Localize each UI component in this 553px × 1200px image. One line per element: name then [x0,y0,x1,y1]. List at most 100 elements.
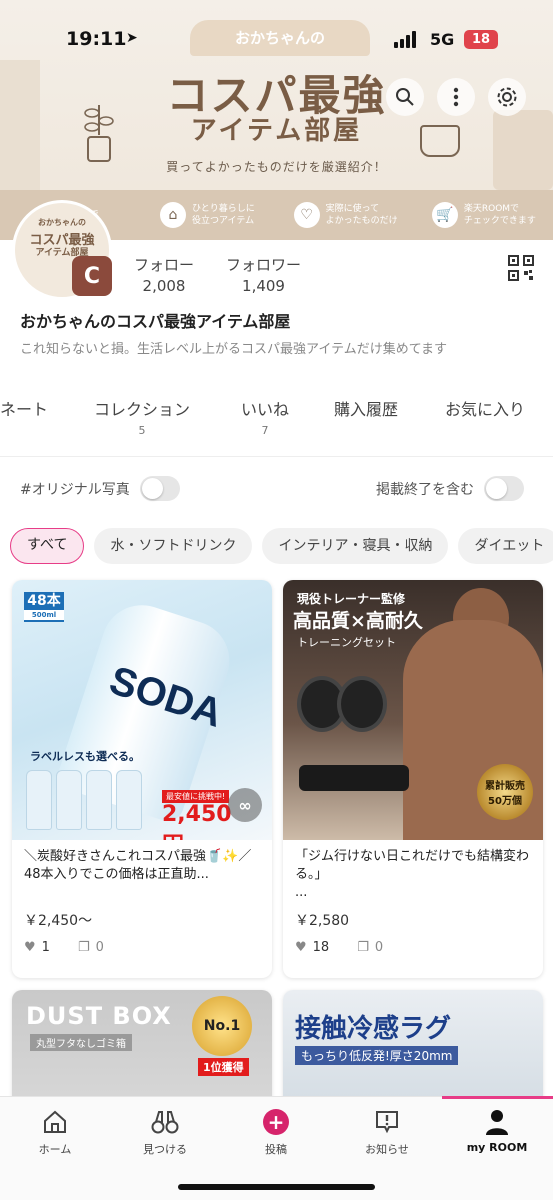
product-card[interactable]: DUST BOX 丸型フタなしゴミ箱 No.1 1位獲得 [12,990,272,1110]
original-photo-label: #オリジナル写真 [20,481,130,498]
tab-collection[interactable]: コレクション 5 [94,396,190,437]
binoculars-icon [151,1111,179,1134]
status-bar: 19:11 ➤ 5G 18 [0,0,553,80]
product-image[interactable]: 接触冷感ラグ もっちり低反発!厚さ20mm [283,990,543,1110]
tab-label: ネート [0,400,49,419]
product-card[interactable]: 接触冷感ラグ もっちり低反発!厚さ20mm [283,990,543,1110]
image-headline-3: トレーニングセット [297,636,396,649]
follow-stat[interactable]: フォロー 2,008 [134,254,194,295]
tab-count: 7 [261,424,269,437]
collection-count: 0 [95,940,104,955]
banner-title-line2: アイテム部屋 [190,116,363,146]
tab-label: いいね [241,400,290,419]
follower-stat[interactable]: フォロワー 1,409 [226,254,301,295]
settings-button[interactable] [488,78,526,116]
nav-home[interactable]: ホーム [0,1107,110,1157]
qr-code-icon[interactable] [508,255,534,281]
more-vertical-icon [453,87,459,107]
product-meta: ♥ 18 ❐ 0 [283,930,543,965]
include-ended-label: 掲載終了を含む [376,481,474,498]
nav-label: ホーム [38,1143,72,1156]
quantity-badge-volume: 500ml [24,610,64,620]
chip-soft-drinks[interactable]: 水・ソフトドリンク [94,528,253,564]
image-headline-1: 現役トレーナー監修 [297,592,406,606]
chip-all[interactable]: すべて [10,528,85,564]
pushup-bar-illustration [299,765,409,791]
tab-likes[interactable]: いいね 7 [241,396,289,437]
follow-count: 2,008 [142,277,186,295]
original-photo-toggle[interactable] [139,476,180,501]
quantity-badge-number: 48本 [27,593,61,609]
search-button[interactable] [386,78,424,116]
profile-tabs: ネート コレクション 5 いいね 7 購入履歴 お気に入り [0,396,553,446]
image-title: 接触冷感ラグ [295,1014,452,1044]
collection-icon[interactable]: ❐ [357,940,369,955]
product-caption: ＼炭酸好きさんこれコスパ最強🥤✨／ 48本入りでこの価格は正直助... [24,849,252,882]
labelless-ribbon: ラベルレスも選べる。 [30,750,140,763]
ab-wheel-illustration [337,676,387,732]
product-image[interactable]: DUST BOX 丸型フタなしゴミ箱 No.1 1位獲得 [12,990,272,1110]
quantity-badge: 48本 500ml [24,592,64,622]
sales-medal: 累計販売 50万個 [477,764,533,820]
avatar-text-line1: おかちゃんの [38,218,86,227]
product-price: ￥2,450〜 [24,913,93,929]
like-count: 1 [41,940,50,955]
include-ended-filter: 掲載終了を含む [376,476,524,501]
chip-diet[interactable]: ダイエット [458,528,553,564]
banner-feature-text: 楽天ROOMで チェックできます [463,204,536,226]
cart-icon: 🛒 [431,202,458,228]
tabs-divider [0,456,553,457]
home-icon [44,1110,66,1133]
image-subtitle: もっちり低反発!厚さ20mm [295,1046,459,1065]
product-card[interactable]: SODA 48本 500ml ラベルレスも選べる。 最安値に挑戦中! 2,450… [12,580,272,978]
tab-favorites[interactable]: お気に入り [445,396,525,420]
tab-count: 5 [138,424,146,437]
more-button[interactable] [437,78,475,116]
collection-icon[interactable]: ❐ [78,940,90,955]
product-image[interactable]: SODA 48本 500ml ラベルレスも選べる。 最安値に挑戦中! 2,450… [12,580,272,840]
home-indicator [178,1184,375,1190]
house-icon: ⌂ [160,202,186,228]
product-card[interactable]: 現役トレーナー監修 高品質×高耐久 トレーニングセット 累計販売 50万個 「ジ… [283,580,543,978]
heart-icon: ♡ [293,202,320,228]
profile-name: おかちゃんのコスパ最強アイテム部屋 [20,312,291,331]
banner-catchphrase: 買ってよかったものだけを厳選紹介！ [166,160,387,174]
mini-bottles-illustration [26,770,142,830]
image-headline-2: 高品質×高耐久 [293,610,423,632]
follow-label: フォロー [134,256,195,274]
include-ended-toggle[interactable] [484,476,524,501]
nav-notifications[interactable]: お知らせ [332,1107,442,1157]
tab-purchase-history[interactable]: 購入履歴 [334,396,398,420]
banner-feature: ⌂ ひとり暮らしに 役立つアイテム [138,190,276,240]
person-icon [486,1110,508,1135]
product-price: ￥2,580 [295,913,350,929]
chip-interior[interactable]: インテリア・寝具・収納 [262,528,449,564]
original-photo-filter: #オリジナル写真 [20,476,180,501]
heart-icon[interactable]: ♥ [24,940,36,955]
infinity-icon[interactable]: ∞ [228,788,262,822]
nav-label: 投稿 [265,1143,287,1156]
heart-icon[interactable]: ♥ [295,940,307,955]
nav-discover[interactable]: 見つける [110,1107,220,1157]
collection-count: 0 [374,940,384,955]
gear-icon [497,87,517,107]
banner-feature: 🛒 楽天ROOMで チェックできます [415,190,553,240]
ranking-tag: 1位獲得 [198,1058,249,1076]
like-count: 18 [312,940,330,955]
nav-my-room[interactable]: my ROOM [442,1107,552,1154]
plus-circle-icon: + [263,1109,289,1135]
tab-label: お気に入り [445,400,526,419]
tab-coordinate[interactable]: ネート [0,396,48,420]
nav-post[interactable]: + 投稿 [221,1107,331,1157]
tab-label: 購入履歴 [334,400,399,419]
product-caption: 「ジム行けない日これだけでも結構変わる。」 ... [295,849,530,900]
nav-label: 見つける [143,1143,187,1156]
profile-description: これ知らないと損。生活レベル上がるコスパ最強アイテムだけ集めてます [20,342,448,357]
follower-count: 1,409 [242,277,285,295]
category-chips: すべて 水・ソフトドリンク インテリア・寝具・収納 ダイエット [10,528,553,564]
product-image[interactable]: 現役トレーナー監修 高品質×高耐久 トレーニングセット 累計販売 50万個 [283,580,543,840]
search-icon [396,88,414,106]
bell-icon [376,1111,398,1134]
image-title: DUST BOX [26,1002,172,1030]
user-rank-badge: C [72,256,112,296]
